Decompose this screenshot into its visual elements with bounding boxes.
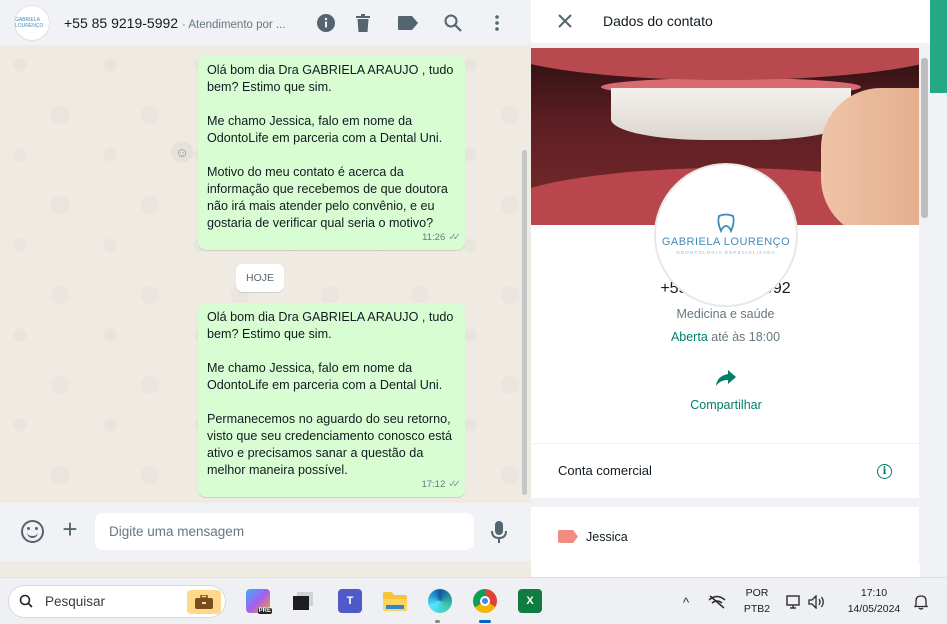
contact-info-panel: Dados do contato +55 85 9219-5992 Medici… [531, 0, 947, 577]
attach-plus-icon[interactable]: + [58, 516, 82, 542]
briefcase-icon [187, 590, 221, 614]
share-arrow-icon [716, 370, 736, 386]
hours-status: Aberta [670, 330, 708, 344]
share-button[interactable]: Compartilhar [671, 370, 781, 425]
contact-info-scrollbar[interactable] [919, 43, 930, 563]
business-account-label: Conta comercial [558, 463, 652, 478]
business-category: Medicina e saúde [676, 307, 775, 321]
chevron-up-icon[interactable]: ^ [677, 593, 695, 611]
double-check-icon: ✓✓ [448, 232, 461, 243]
microphone-icon[interactable] [489, 520, 509, 544]
tooth-logo-icon [717, 213, 735, 233]
business-account-row[interactable]: Conta comercial i [531, 444, 920, 498]
contact-info-title: Dados do contato [603, 13, 713, 29]
message-bubble-outgoing[interactable]: Olá bom dia Dra GABRIELA ARAUJO , tudo b… [198, 303, 465, 497]
language-code: POR [745, 587, 769, 599]
task-view-icon[interactable] [291, 589, 315, 613]
menu-kebab-icon[interactable] [486, 12, 508, 34]
message-meta: 17:12 ✓✓ [421, 476, 461, 493]
chat-panel: GABRIELA LOURENÇO +55 85 9219-5992 · Ate… [0, 0, 531, 577]
copilot-icon[interactable]: PRE [246, 589, 272, 614]
label-name: Jessica [586, 530, 628, 544]
business-hours[interactable]: Aberta até às 18:00 [531, 330, 920, 344]
chrome-browser-icon[interactable] [473, 589, 497, 613]
taskbar: Pesquisar PRE T X ^ POR PTB2 17:10 14/05… [0, 577, 947, 624]
message-paragraph: Motivo do meu contato é acerca da inform… [207, 165, 448, 230]
cover-lip-top [531, 48, 920, 80]
chrome-center [480, 596, 490, 606]
window-accent-bar [930, 0, 947, 93]
message-time: 11:26 [422, 232, 446, 243]
cover-teeth [611, 88, 851, 140]
logo-tagline: ODONTOLOGIA ESPECIALIZADA [676, 249, 776, 255]
message-paragraph: Me chamo Jessica, falo em nome da Odonto… [207, 361, 443, 392]
message-bubble-outgoing[interactable]: Olá bom dia Dra GABRIELA ARAUJO , tudo b… [198, 56, 465, 250]
close-icon[interactable] [555, 11, 575, 31]
emoji-icon[interactable] [21, 520, 44, 543]
search-icon [19, 594, 33, 608]
message-input[interactable] [95, 513, 474, 550]
cover-finger [821, 88, 920, 225]
display-icon[interactable] [785, 593, 803, 611]
contact-info-scroll[interactable]: +55 85 9219-5992 Medicina e saúde Aberta… [531, 43, 920, 577]
info-circle-icon[interactable]: i [877, 464, 892, 479]
notification-bell-icon[interactable] [912, 593, 930, 611]
clock-date: 14/05/2024 [847, 603, 901, 615]
search-placeholder: Pesquisar [45, 594, 106, 609]
double-check-icon: ✓✓ [448, 479, 461, 490]
contact-subtitle: · Atendimento por ... [181, 18, 286, 31]
clock-time: 17:10 [860, 587, 888, 599]
message-meta: 11:26 ✓✓ [422, 229, 461, 246]
language-indicator[interactable]: POR PTB2 [742, 587, 772, 615]
react-emoji-icon[interactable]: ☺ [171, 141, 193, 163]
message-paragraph: Me chamo Jessica, falo em nome da Odonto… [207, 114, 443, 145]
message-time: 17:12 [421, 479, 446, 490]
running-app-indicator [435, 620, 440, 623]
contact-info-header: Dados do contato [531, 0, 947, 43]
teams-icon[interactable]: T [338, 589, 362, 613]
message-paragraph: Olá bom dia Dra GABRIELA ARAUJO , tudo b… [207, 63, 454, 94]
avatar-logo-text: GABRIELA LOURENÇO [15, 16, 44, 29]
composer: + [0, 503, 531, 561]
share-label: Compartilhar [690, 398, 762, 412]
copilot-badge: PRE [257, 608, 272, 614]
trash-icon[interactable] [352, 12, 374, 34]
chat-header[interactable]: GABRIELA LOURENÇO +55 85 9219-5992 · Ate… [0, 0, 531, 45]
label-row[interactable]: Jessica [531, 507, 920, 577]
clock[interactable]: 17:10 14/05/2024 [838, 587, 910, 615]
profile-logo[interactable]: GABRIELA LOURENÇO ODONTOLOGIA ESPECIALIZ… [654, 163, 798, 307]
hours-detail: até às 18:00 [707, 330, 781, 344]
message-paragraph: Olá bom dia Dra GABRIELA ARAUJO , tudo b… [207, 310, 454, 341]
chat-scrollbar[interactable] [522, 150, 527, 495]
search-icon[interactable] [442, 12, 464, 34]
volume-icon[interactable] [808, 593, 826, 611]
keyboard-layout: PTB2 [743, 603, 771, 615]
logo-name: GABRIELA LOURENÇO [661, 235, 791, 248]
active-app-indicator [479, 620, 491, 623]
file-explorer-icon[interactable] [383, 589, 407, 613]
date-divider: HOJE [236, 264, 284, 292]
edge-browser-icon[interactable] [428, 589, 452, 613]
contact-avatar[interactable]: GABRIELA LOURENÇO [14, 4, 50, 41]
message-paragraph: Permanecemos no aguardo do seu retorno, … [207, 412, 453, 477]
label-icon[interactable] [397, 12, 419, 34]
contact-title[interactable]: +55 85 9219-5992 · Atendimento por ... [64, 15, 296, 31]
message-list[interactable]: Olá bom dia Dra GABRIELA ARAUJO , tudo b… [0, 45, 531, 503]
scrollbar-thumb[interactable] [921, 58, 928, 218]
excel-icon[interactable]: X [518, 589, 542, 613]
network-offline-icon[interactable] [708, 593, 726, 611]
info-icon[interactable] [315, 12, 337, 34]
label-tag-icon [558, 530, 578, 543]
contact-number: +55 85 9219-5992 [64, 14, 179, 31]
taskbar-search[interactable]: Pesquisar [8, 585, 226, 618]
